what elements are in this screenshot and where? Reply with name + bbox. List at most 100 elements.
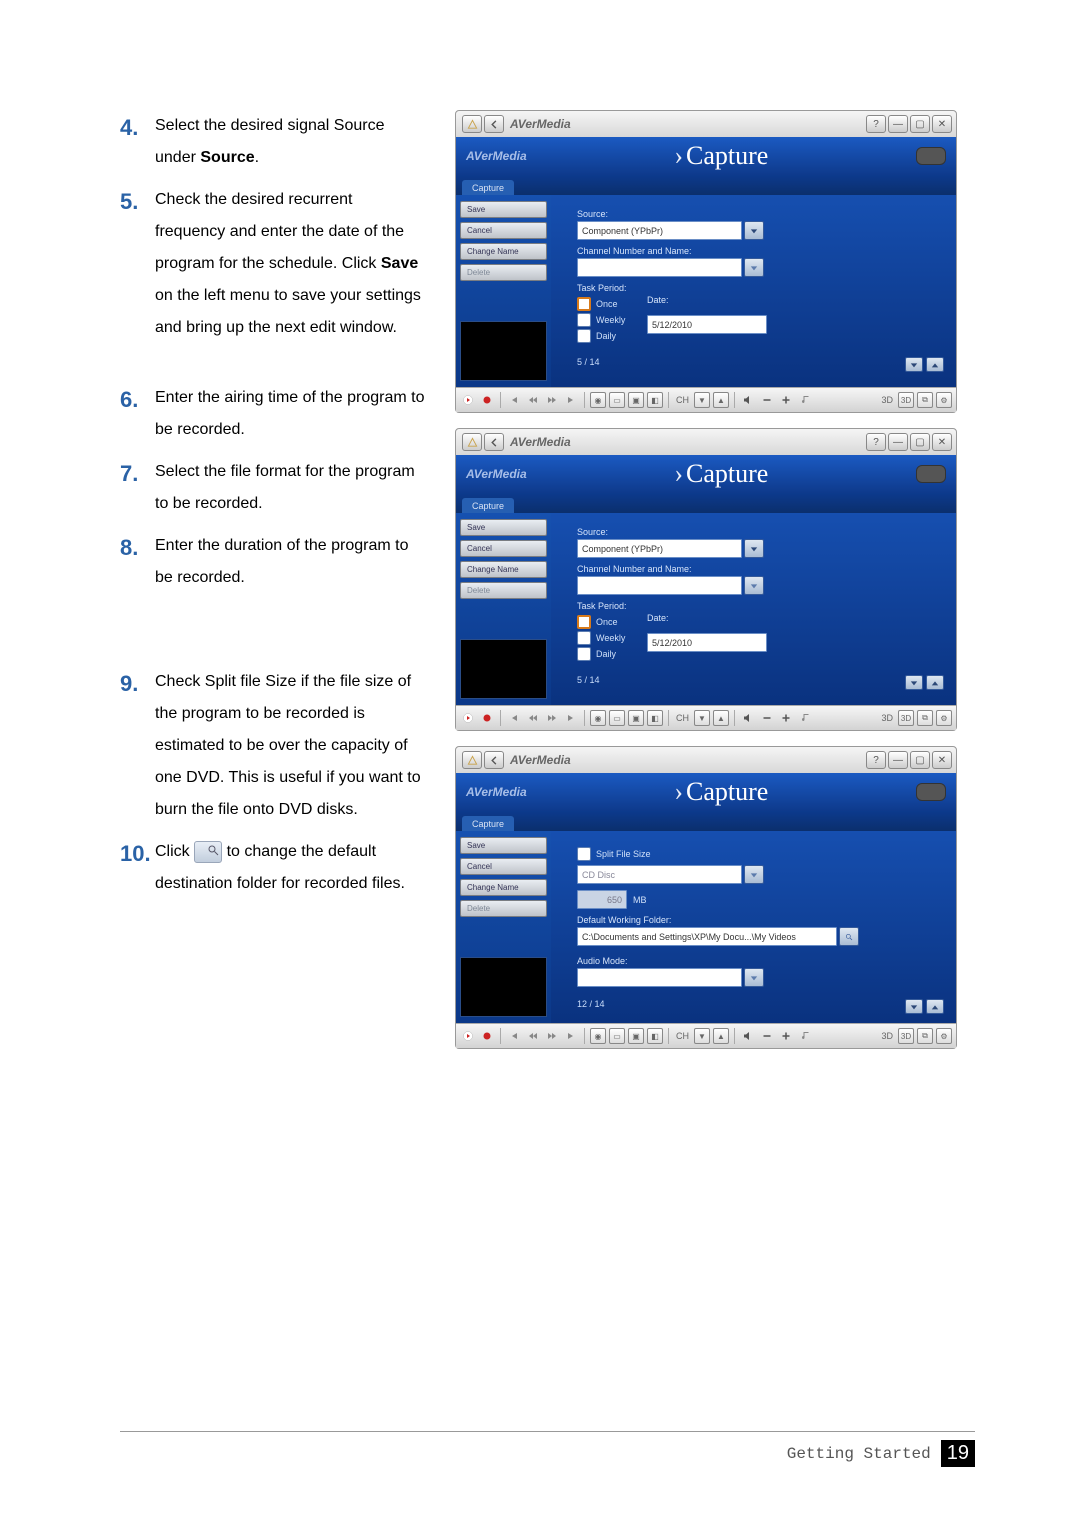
volume-icon[interactable] — [740, 710, 756, 726]
delete-button[interactable]: Delete — [460, 582, 547, 599]
once-checkbox[interactable]: Once — [577, 615, 647, 629]
window-icon[interactable]: ▭ — [609, 710, 625, 726]
delete-button[interactable]: Delete — [460, 264, 547, 281]
minimize-button[interactable]: — — [888, 751, 908, 769]
audio-select[interactable] — [577, 968, 742, 987]
page-up-icon[interactable] — [926, 999, 944, 1014]
vol-plus-icon[interactable] — [778, 392, 794, 408]
delete-button[interactable]: Delete — [460, 900, 547, 917]
snapshot-icon[interactable]: ◉ — [590, 1028, 606, 1044]
dropdown-arrow-icon[interactable] — [744, 539, 764, 558]
skip-back-icon[interactable] — [506, 710, 522, 726]
page-down-icon[interactable] — [905, 675, 923, 690]
dropdown-arrow-icon[interactable] — [744, 221, 764, 240]
vol-minus-icon[interactable] — [759, 392, 775, 408]
close-button[interactable]: ✕ — [932, 433, 952, 451]
pip-icon[interactable]: ▣ — [628, 710, 644, 726]
vol-minus-icon[interactable] — [759, 710, 775, 726]
3d-settings-icon[interactable]: ⚙ — [936, 710, 952, 726]
3d-mode-icon[interactable]: 3D — [898, 392, 914, 408]
camera-icon[interactable]: ◧ — [647, 710, 663, 726]
ch-down-icon[interactable]: ▼ — [694, 392, 710, 408]
save-button[interactable]: Save — [460, 201, 547, 218]
play-icon[interactable] — [460, 392, 476, 408]
back-button[interactable] — [484, 433, 504, 451]
save-button[interactable]: Save — [460, 519, 547, 536]
camera-icon[interactable]: ◧ — [647, 1028, 663, 1044]
weekly-checkbox[interactable]: Weekly — [577, 313, 647, 327]
window-icon[interactable]: ▭ — [609, 392, 625, 408]
ch-up-icon[interactable]: ▲ — [713, 392, 729, 408]
play-icon[interactable] — [460, 710, 476, 726]
volume-icon[interactable] — [740, 1028, 756, 1044]
forward-icon[interactable] — [544, 710, 560, 726]
browse-icon[interactable] — [839, 927, 859, 946]
record-icon[interactable] — [479, 710, 495, 726]
help-button[interactable]: ? — [866, 433, 886, 451]
rewind-icon[interactable] — [525, 710, 541, 726]
close-button[interactable]: ✕ — [932, 751, 952, 769]
save-button[interactable]: Save — [460, 837, 547, 854]
minimize-button[interactable]: — — [888, 433, 908, 451]
page-down-icon[interactable] — [905, 999, 923, 1014]
maximize-button[interactable]: ▢ — [910, 433, 930, 451]
help-button[interactable]: ? — [866, 115, 886, 133]
weekly-checkbox[interactable]: Weekly — [577, 631, 647, 645]
ch-down-icon[interactable]: ▼ — [694, 1028, 710, 1044]
back-button[interactable] — [484, 115, 504, 133]
forward-icon[interactable] — [544, 1028, 560, 1044]
dropdown-arrow-icon[interactable] — [744, 968, 764, 987]
channel-select[interactable] — [577, 258, 742, 277]
vol-plus-icon[interactable] — [778, 710, 794, 726]
pip-icon[interactable]: ▣ — [628, 392, 644, 408]
3d-glasses-icon[interactable]: ⧉ — [917, 710, 933, 726]
camera-icon[interactable]: ◧ — [647, 392, 663, 408]
skip-forward-icon[interactable] — [563, 392, 579, 408]
date-field[interactable]: 5/12/2010 — [647, 633, 767, 652]
source-select[interactable]: Component (YPbPr) — [577, 221, 742, 240]
cancel-button[interactable]: Cancel — [460, 540, 547, 557]
size-field[interactable]: 650 — [577, 890, 627, 909]
volume-icon[interactable] — [740, 392, 756, 408]
maximize-button[interactable]: ▢ — [910, 751, 930, 769]
ch-down-icon[interactable]: ▼ — [694, 710, 710, 726]
folder-field[interactable]: C:\Documents and Settings\XP\My Docu...\… — [577, 927, 837, 946]
disc-select[interactable]: CD Disc — [577, 865, 742, 884]
channel-select[interactable] — [577, 576, 742, 595]
page-down-icon[interactable] — [905, 357, 923, 372]
change-name-button[interactable]: Change Name — [460, 879, 547, 896]
change-name-button[interactable]: Change Name — [460, 561, 547, 578]
dropdown-arrow-icon[interactable] — [744, 576, 764, 595]
vol-plus-icon[interactable] — [778, 1028, 794, 1044]
play-icon[interactable] — [460, 1028, 476, 1044]
skip-forward-icon[interactable] — [563, 1028, 579, 1044]
tab-capture[interactable]: Capture — [462, 498, 514, 513]
3d-settings-icon[interactable]: ⚙ — [936, 1028, 952, 1044]
3d-mode-icon[interactable]: 3D — [898, 710, 914, 726]
minimize-button[interactable]: — — [888, 115, 908, 133]
source-select[interactable]: Component (YPbPr) — [577, 539, 742, 558]
split-file-checkbox[interactable]: Split File Size — [577, 847, 944, 861]
rewind-icon[interactable] — [525, 392, 541, 408]
date-field[interactable]: 5/12/2010 — [647, 315, 767, 334]
3d-glasses-icon[interactable]: ⧉ — [917, 392, 933, 408]
window-icon[interactable]: ▭ — [609, 1028, 625, 1044]
dropdown-arrow-icon[interactable] — [744, 865, 764, 884]
3d-settings-icon[interactable]: ⚙ — [936, 392, 952, 408]
music-icon[interactable] — [797, 1028, 813, 1044]
music-icon[interactable] — [797, 710, 813, 726]
skip-back-icon[interactable] — [506, 1028, 522, 1044]
ch-up-icon[interactable]: ▲ — [713, 1028, 729, 1044]
record-icon[interactable] — [479, 1028, 495, 1044]
3d-mode-icon[interactable]: 3D — [898, 1028, 914, 1044]
pip-icon[interactable]: ▣ — [628, 1028, 644, 1044]
close-button[interactable]: ✕ — [932, 115, 952, 133]
once-checkbox[interactable]: Once — [577, 297, 647, 311]
cancel-button[interactable]: Cancel — [460, 222, 547, 239]
page-up-icon[interactable] — [926, 357, 944, 372]
daily-checkbox[interactable]: Daily — [577, 329, 647, 343]
forward-icon[interactable] — [544, 392, 560, 408]
3d-glasses-icon[interactable]: ⧉ — [917, 1028, 933, 1044]
skip-back-icon[interactable] — [506, 392, 522, 408]
skip-forward-icon[interactable] — [563, 710, 579, 726]
